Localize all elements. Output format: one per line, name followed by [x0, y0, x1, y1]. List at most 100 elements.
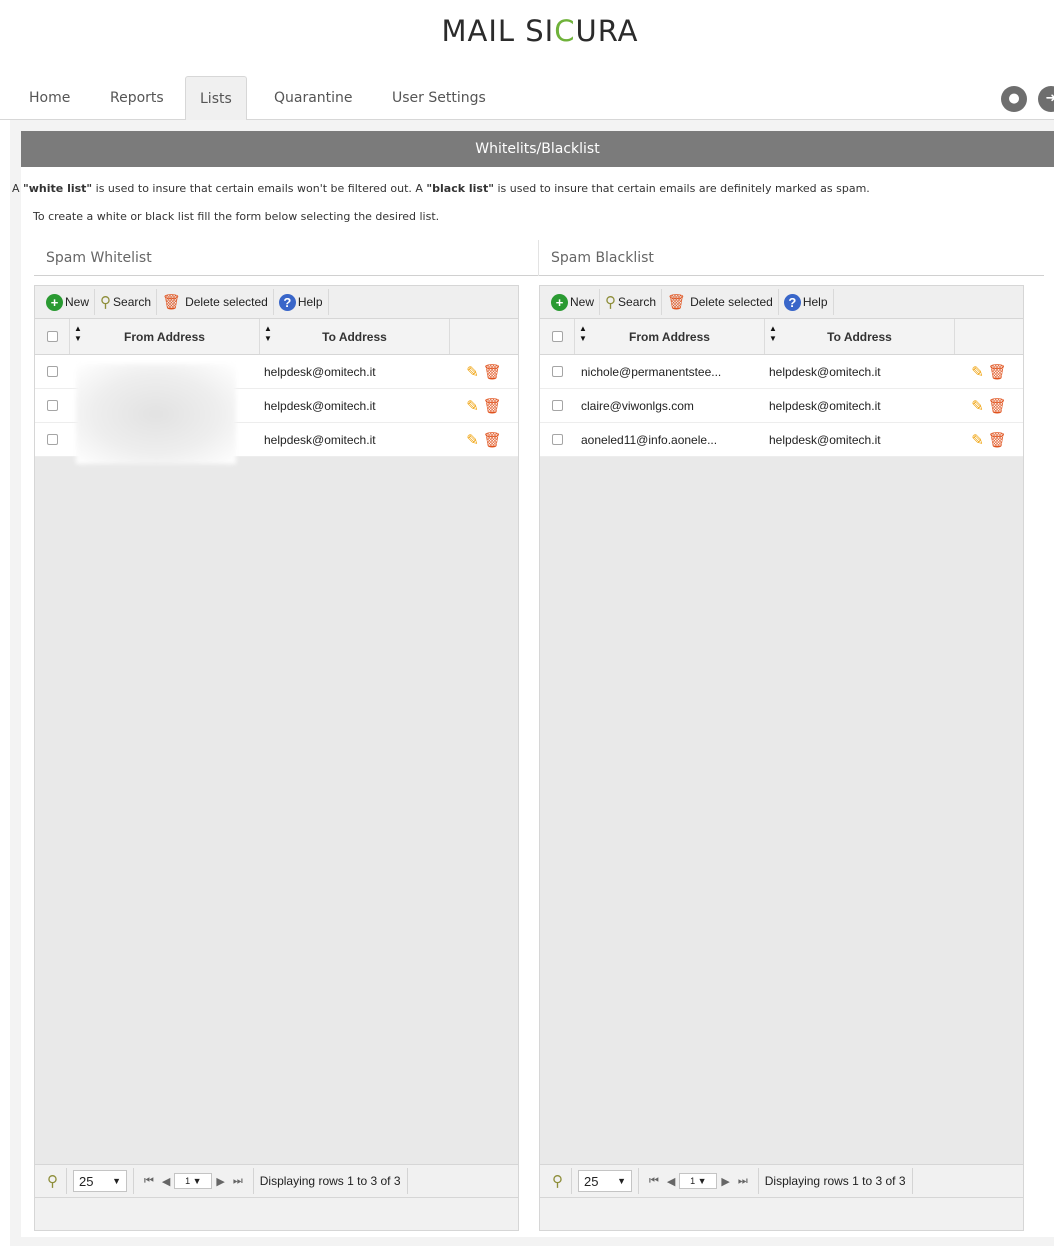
page-size-select[interactable]: 25 ▼	[578, 1170, 632, 1192]
select-all-checkbox[interactable]	[46, 331, 58, 342]
pager-search-button[interactable]: ⚲	[546, 1168, 572, 1194]
row-checkbox[interactable]	[552, 366, 563, 377]
user-icon[interactable]: ●	[1001, 86, 1027, 112]
to-address: helpdesk@omitech.it	[264, 364, 376, 379]
to-address: helpdesk@omitech.it	[264, 432, 376, 447]
edit-icon[interactable]: ✎	[466, 363, 479, 381]
table-row[interactable]: helpdesk@omitech.it ✎ 🗑	[35, 355, 518, 464]
help-button[interactable]: ? Help	[779, 289, 834, 315]
tab-user-settings[interactable]: User Settings	[378, 76, 500, 120]
next-page-icon[interactable]: ▶	[721, 1175, 729, 1188]
from-address: aoneled11@info.aonele...	[581, 432, 718, 447]
actions-column-header	[955, 319, 1023, 354]
whitelist-toolbar: + New ⚲ Search 🗑 Delete selected ? Help	[35, 286, 518, 319]
delete-icon[interactable]: 🗑	[483, 431, 502, 449]
table-header: ▲ ▼ From Address ▲ ▼ To Address	[35, 319, 518, 355]
search-icon: ⚲	[47, 1173, 58, 1190]
next-page-icon[interactable]: ▶	[216, 1175, 224, 1188]
plus-icon: +	[46, 293, 63, 311]
help-button[interactable]: ? Help	[274, 289, 329, 315]
table-row[interactable]: aoneled11@info.aonele... helpdesk@omitec…	[540, 423, 1023, 457]
new-button[interactable]: + New	[41, 289, 96, 315]
to-address: helpdesk@omitech.it	[769, 398, 881, 413]
search-icon: ⚲	[605, 294, 617, 311]
table-row[interactable]: claire@viwonlgs.com helpdesk@omitech.it …	[540, 389, 1023, 423]
tab-lists[interactable]: Lists	[185, 76, 247, 121]
blacklist-title: Spam Blacklist	[539, 240, 1044, 276]
sort-icon[interactable]: ▲ ▼	[769, 324, 777, 344]
blacklist-grid: + New ⚲ Search 🗑 Delete selected ? Help ▲ ▼ Fr…	[539, 285, 1024, 1231]
whitelist-section: Spam Whitelist	[34, 240, 539, 276]
plus-icon: +	[551, 293, 568, 311]
new-button[interactable]: + New	[546, 289, 601, 315]
table-row[interactable]: nichole@permanentstee... helpdesk@omitec…	[540, 355, 1023, 389]
delete-selected-button[interactable]: 🗑 Delete selected	[662, 289, 779, 315]
from-address: nichole@permanentstee...	[581, 364, 722, 379]
blacklist-rows: nichole@permanentstee... helpdesk@omitec…	[540, 355, 1023, 457]
sort-icon[interactable]: ▲ ▼	[264, 324, 272, 344]
edit-icon[interactable]: ✎	[466, 397, 479, 415]
tab-quarantine[interactable]: Quarantine	[260, 76, 367, 120]
delete-icon[interactable]: 🗑	[483, 397, 502, 415]
edit-icon[interactable]: ✎	[466, 431, 479, 449]
pager-search-button[interactable]: ⚲	[41, 1168, 67, 1194]
last-page-icon[interactable]: ⏭	[233, 1175, 243, 1188]
to-column-header[interactable]: ▲ ▼ To Address	[260, 319, 450, 354]
last-page-icon[interactable]: ⏭	[738, 1175, 748, 1188]
row-checkbox[interactable]	[47, 434, 58, 445]
pager-status: Displaying rows 1 to 3 of 3	[254, 1168, 408, 1194]
to-address: helpdesk@omitech.it	[264, 398, 376, 413]
edit-icon[interactable]: ✎	[971, 363, 984, 381]
delete-icon[interactable]: 🗑	[988, 363, 1007, 381]
tab-reports[interactable]: Reports	[96, 76, 178, 120]
page-select[interactable]: 1 ▼	[174, 1173, 213, 1189]
main-tabs: Home Reports Lists Quarantine User Setti…	[0, 76, 1054, 121]
row-checkbox[interactable]	[552, 434, 563, 445]
delete-icon[interactable]: 🗑	[988, 397, 1007, 415]
edit-icon[interactable]: ✎	[971, 431, 984, 449]
whitelist-rows: helpdesk@omitech.it ✎ 🗑 helpdesk@omitech.…	[35, 355, 518, 464]
whitelist-pager: ⚲ 25 ▼ ⏮ ◀ 1 ▼ ▶ ⏭ Displaying rows 1 to 3…	[35, 1164, 518, 1230]
delete-selected-button[interactable]: 🗑 Delete selected	[157, 289, 274, 315]
first-page-icon[interactable]: ⏮	[144, 1175, 154, 1188]
prev-page-icon[interactable]: ◀	[667, 1175, 675, 1188]
redacted-address	[76, 363, 236, 464]
sort-icon[interactable]: ▲ ▼	[579, 324, 587, 344]
delete-icon[interactable]: 🗑	[988, 431, 1007, 449]
tab-home[interactable]: Home	[15, 76, 84, 120]
help-icon: ?	[278, 293, 296, 311]
table-header: ▲ ▼ From Address ▲ ▼ To Address	[540, 319, 1023, 355]
search-button[interactable]: ⚲ Search	[95, 289, 158, 315]
row-checkbox[interactable]	[47, 400, 58, 411]
to-address: helpdesk@omitech.it	[769, 432, 881, 447]
select-all-checkbox[interactable]	[551, 331, 563, 342]
from-column-header[interactable]: ▲ ▼ From Address	[575, 319, 765, 354]
blacklist-toolbar: + New ⚲ Search 🗑 Delete selected ? Help	[540, 286, 1023, 319]
page-size-select[interactable]: 25 ▼	[73, 1170, 127, 1192]
brand-logo: MAIL SICURA	[441, 14, 639, 48]
blacklist-section: Spam Blacklist	[539, 240, 1044, 276]
sort-icon[interactable]: ▲ ▼	[74, 324, 82, 344]
blacklist-pager: ⚲ 25 ▼ ⏮ ◀ 1 ▼ ▶ ⏭ Displaying rows 1 to 3…	[540, 1164, 1023, 1230]
select-all-cell	[540, 319, 575, 354]
whitelist-title: Spam Whitelist	[34, 240, 538, 276]
search-icon: ⚲	[552, 1173, 563, 1190]
edit-icon[interactable]: ✎	[971, 397, 984, 415]
from-address: claire@viwonlgs.com	[581, 398, 694, 413]
description-line-1: A "white list" is used to insure that ce…	[12, 182, 870, 195]
help-icon: ?	[783, 293, 801, 311]
to-address: helpdesk@omitech.it	[769, 364, 881, 379]
page-select[interactable]: 1 ▼	[679, 1173, 718, 1189]
panel-title: Whitelits/Blacklist	[21, 131, 1054, 167]
first-page-icon[interactable]: ⏮	[649, 1175, 659, 1188]
delete-icon[interactable]: 🗑	[483, 363, 502, 381]
actions-column-header	[450, 319, 518, 354]
whitelist-grid: + New ⚲ Search 🗑 Delete selected ? Help ▲ ▼ Fr…	[34, 285, 519, 1231]
to-column-header[interactable]: ▲ ▼ To Address	[765, 319, 955, 354]
trash-icon: 🗑	[667, 294, 687, 311]
prev-page-icon[interactable]: ◀	[162, 1175, 170, 1188]
row-checkbox[interactable]	[47, 366, 58, 377]
from-column-header[interactable]: ▲ ▼ From Address	[70, 319, 260, 354]
row-checkbox[interactable]	[552, 400, 563, 411]
search-button[interactable]: ⚲ Search	[600, 289, 663, 315]
